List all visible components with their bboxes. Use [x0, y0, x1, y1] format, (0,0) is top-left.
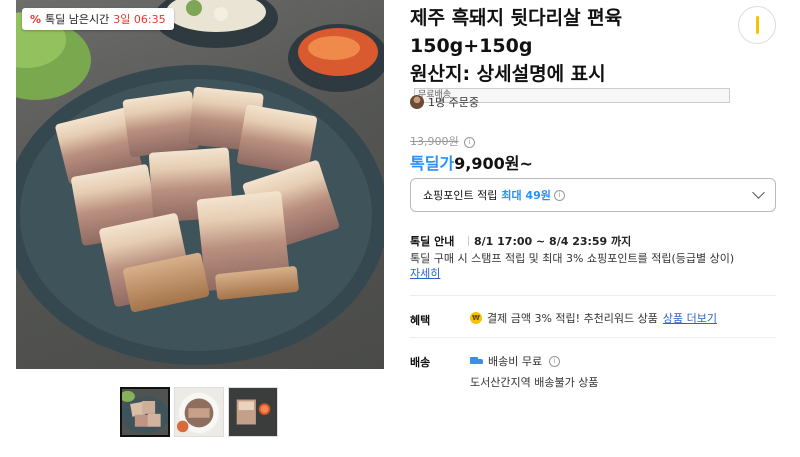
order-count-text: 1명 주문중 — [428, 96, 479, 109]
original-price-value: 13,900원 — [410, 135, 459, 148]
divider — [468, 236, 469, 246]
shipping-label: 배송 — [410, 356, 431, 369]
deal-price: 톡딜가9,900원~ — [410, 150, 533, 174]
shipping-note: 도서산간지역 배송불가 상품 — [470, 376, 599, 389]
benefit-row: ₩ 결제 금액 3% 적립! 추천리워드 상품 상품 더보기 — [470, 310, 717, 326]
info-icon[interactable]: i — [464, 137, 476, 148]
chevron-down-icon — [752, 186, 765, 199]
percent-icon: % — [30, 12, 42, 26]
deal-timer-label: 톡딜 남은시간 — [45, 13, 110, 26]
deal-price-value: 9,900원~ — [454, 154, 533, 173]
product-title-line: 제주 흑돼지 뒷다리살 편육 — [410, 7, 623, 29]
talkdeal-period: 8/1 17:00 ~ 8/4 23:59 까지 — [468, 233, 631, 249]
deal-timer-value: 3일 06:35 — [113, 13, 166, 26]
talkdeal-description: 톡딜 구매 시 스탬프 적립 및 최대 3% 쇼핑포인트를 적립(등급별 상이)… — [410, 251, 780, 281]
thumbnail-pork-plate-top-view[interactable] — [174, 387, 224, 437]
points-max: 최대 49원 — [501, 189, 551, 202]
talkdeal-period-text: 8/1 17:00 ~ 8/4 23:59 까지 — [474, 235, 632, 248]
pork-platter-illustration — [16, 0, 384, 365]
original-price: 13,900원 i — [410, 133, 476, 149]
thumbnail-sliced-pork-platter[interactable] — [120, 387, 170, 437]
order-status: 1명 주문중 — [410, 94, 479, 110]
product-title-line: 150g+150g — [410, 35, 533, 57]
info-icon[interactable]: i — [553, 189, 565, 201]
deal-price-label: 톡딜가 — [410, 154, 455, 173]
points-label: 쇼핑포인트 적립 — [423, 189, 498, 202]
product-title: 제주 흑돼지 뒷다리살 편육 150g+150g 원산지: 상세설명에 표시 무료… — [410, 4, 730, 103]
product-main-image: % 톡딜 남은시간 3일 06:35 — [16, 0, 384, 369]
share-icon — [755, 16, 759, 34]
shipping-info: 배송비 무료 i 도서산간지역 배송불가 상품 — [470, 353, 598, 390]
divider — [410, 295, 776, 296]
share-button[interactable] — [738, 6, 776, 44]
talkdeal-detail-link[interactable]: 자세히 — [410, 267, 440, 280]
deal-timer-badge: % 톡딜 남은시간 3일 06:35 — [22, 8, 174, 30]
more-products-link[interactable]: 상품 더보기 — [663, 310, 717, 326]
benefit-label: 혜택 — [410, 314, 431, 327]
thumbnail-strip — [120, 387, 278, 437]
info-icon[interactable]: i — [549, 355, 561, 367]
divider — [410, 337, 776, 338]
shipping-fee: 배송비 무료 — [488, 355, 543, 368]
truck-icon — [470, 356, 483, 366]
talkdeal-info-label: 톡딜 안내 — [410, 235, 455, 248]
talkdeal-description-text: 톡딜 구매 시 스탬프 적립 및 최대 3% 쇼핑포인트를 적립(등급별 상이) — [410, 252, 735, 265]
benefit-text: 결제 금액 3% 적립! 추천리워드 상품 — [487, 312, 658, 325]
thumbnail-pork-with-dip-sauce[interactable] — [228, 387, 278, 437]
product-origin-text: 원산지: 상세설명에 표시 — [410, 63, 606, 85]
won-coin-icon: ₩ — [470, 312, 482, 324]
shopping-points-dropdown[interactable]: 쇼핑포인트 적립 최대 49원 i — [410, 178, 776, 212]
avatar — [410, 95, 424, 109]
